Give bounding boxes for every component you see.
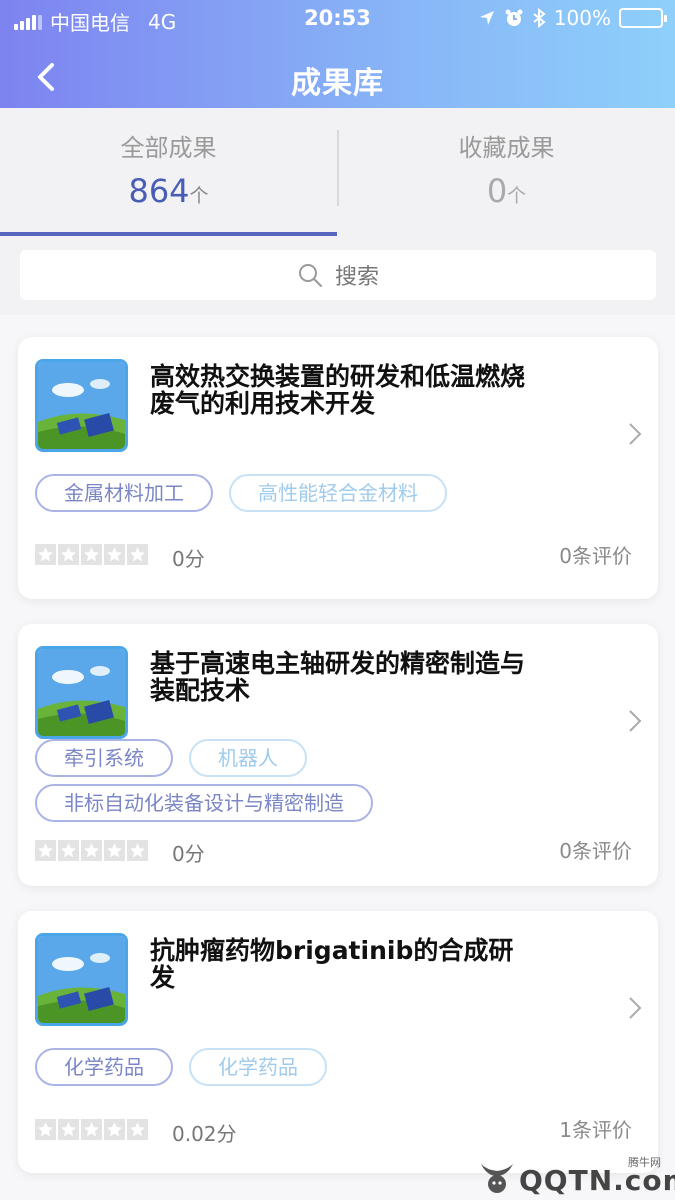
bluetooth-icon	[533, 8, 546, 28]
bull-logo-icon	[481, 1164, 513, 1193]
tag-row: 化学药品 化学药品	[35, 1048, 327, 1086]
star-icon	[104, 1119, 125, 1140]
star-icon	[127, 840, 148, 861]
score-label: 0.02分	[172, 1122, 237, 1146]
header: 中国电信 4G 20:53 100% 成果库	[0, 0, 675, 108]
watermark-logo: QQTN.com 腾牛网	[477, 1156, 675, 1198]
page-title: 成果库	[291, 66, 384, 101]
score-label: 0分	[172, 547, 205, 571]
result-card[interactable]: 抗肿瘤药物brigatinib的合成研发 化学药品 化学药品 0.02分 1条评…	[18, 911, 658, 1173]
search-icon	[298, 264, 322, 287]
star-icon	[35, 544, 56, 565]
result-card[interactable]: 基于高速电主轴研发的精密制造与装配技术 牵引系统 机器人 非标自动化装备设计与精…	[18, 624, 658, 886]
battery-percent: 100%	[553, 6, 611, 30]
tag[interactable]: 金属材料加工	[35, 474, 213, 512]
review-count: 1条评价	[559, 1118, 632, 1142]
star-icon	[81, 1119, 102, 1140]
tag[interactable]: 机器人	[189, 739, 307, 777]
tab-label: 收藏成果	[458, 134, 555, 162]
tag-row: 牵引系统 机器人	[35, 739, 307, 777]
star-icon	[35, 1119, 56, 1140]
tag-row: 非标自动化装备设计与精密制造	[35, 784, 373, 822]
star-icon	[81, 544, 102, 565]
review-count: 0条评价	[559, 544, 632, 568]
alarm-icon	[505, 9, 523, 26]
result-title: 抗肿瘤药物brigatinib的合成研发	[150, 936, 514, 992]
result-thumbnail	[35, 646, 128, 739]
tab-favorite-results[interactable]: 收藏成果 0个	[338, 108, 675, 236]
tag[interactable]: 化学药品	[189, 1048, 327, 1086]
star-icon	[104, 544, 125, 565]
tab-label: 全部成果	[120, 134, 217, 162]
search-placeholder: 搜索	[334, 265, 379, 290]
star-icon	[81, 840, 102, 861]
nav-bar: 成果库	[0, 52, 675, 104]
tag[interactable]: 高性能轻合金材料	[229, 474, 447, 512]
star-rating	[35, 840, 148, 861]
search-input[interactable]: 搜索	[20, 250, 656, 300]
chevron-right-icon	[629, 423, 642, 445]
chevron-right-icon	[629, 997, 642, 1019]
star-icon	[127, 544, 148, 565]
tag[interactable]: 化学药品	[35, 1048, 173, 1086]
active-tab-indicator	[0, 232, 337, 236]
result-thumbnail	[35, 359, 128, 452]
tab-count: 864个	[128, 172, 209, 210]
result-title: 高效热交换装置的研发和低温燃烧废气的利用技术开发	[150, 362, 526, 418]
star-icon	[58, 544, 79, 565]
result-thumbnail	[35, 933, 128, 1026]
status-bar: 中国电信 4G 20:53 100%	[0, 0, 675, 38]
star-icon	[127, 1119, 148, 1140]
tag-row: 金属材料加工 高性能轻合金材料	[35, 474, 447, 512]
star-icon	[104, 840, 125, 861]
tab-all-results[interactable]: 全部成果 864个	[0, 108, 337, 236]
battery-icon	[619, 8, 667, 28]
review-count: 0条评价	[559, 839, 632, 863]
star-icon	[58, 840, 79, 861]
result-title: 基于高速电主轴研发的精密制造与装配技术	[150, 649, 526, 705]
star-icon	[35, 840, 56, 861]
tab-count: 0个	[486, 172, 527, 210]
watermark-small-text: 腾牛网	[628, 1156, 661, 1169]
star-rating	[35, 544, 148, 565]
location-icon	[479, 11, 494, 25]
score-label: 0分	[172, 842, 205, 866]
result-card[interactable]: 高效热交换装置的研发和低温燃烧废气的利用技术开发 金属材料加工 高性能轻合金材料…	[18, 337, 658, 599]
star-rating	[35, 1119, 148, 1140]
tab-bar: 全部成果 864个 收藏成果 0个	[0, 108, 675, 236]
tag[interactable]: 非标自动化装备设计与精密制造	[35, 784, 373, 822]
chevron-right-icon	[629, 710, 642, 732]
star-icon	[58, 1119, 79, 1140]
tag[interactable]: 牵引系统	[35, 739, 173, 777]
